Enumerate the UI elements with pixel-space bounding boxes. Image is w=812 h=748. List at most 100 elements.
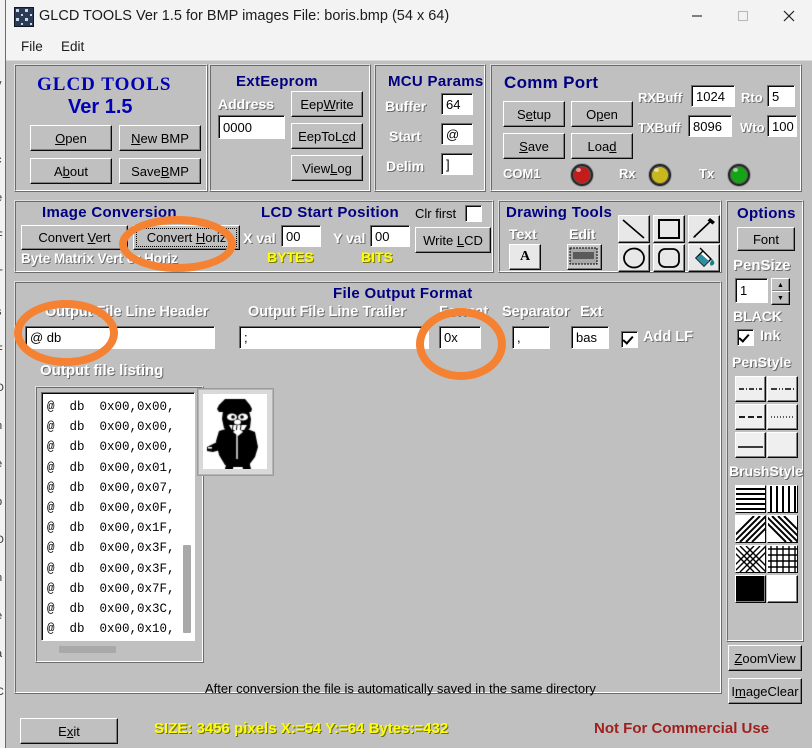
maximize-button[interactable] <box>720 0 766 32</box>
pensize-down-button[interactable]: ▼ <box>771 291 790 305</box>
brushstyle-horizontal-button[interactable] <box>735 485 766 513</box>
window-title: GLCD TOOLS Ver 1.5 for BMP images File: … <box>39 6 449 26</box>
image-clear-button[interactable]: ImageClear <box>728 678 802 704</box>
penstyle-none-button[interactable] <box>767 432 798 458</box>
delim-field[interactable]: ] <box>441 153 473 175</box>
edit-tool-button[interactable] <box>567 244 602 270</box>
listing-horizontal-scrollbar[interactable] <box>59 646 116 653</box>
eep-write-button[interactable]: EepWrite <box>291 91 363 117</box>
exit-button[interactable]: Exit <box>20 718 118 744</box>
comm-port-panel: Comm Port Setup Open Save Load RXBuff 10… <box>490 64 802 192</box>
zoom-view-button[interactable]: ZoomView <box>728 645 802 671</box>
y-val-field[interactable]: 00 <box>370 225 410 247</box>
comm-setup-button[interactable]: Setup <box>503 101 565 127</box>
output-listing-box[interactable]: @ db 0x00,0x00, @ db 0x00,0x00, @ db 0x0… <box>41 392 195 641</box>
pensize-up-button[interactable]: ▲ <box>771 278 790 292</box>
start-label: Start <box>389 128 421 144</box>
eeprom-address-label: Address <box>218 96 274 112</box>
delim-label: Delim <box>386 158 424 174</box>
brushstyle-vertical-button[interactable] <box>767 485 798 513</box>
eep-to-lcd-button[interactable]: EepToLcd <box>291 123 363 149</box>
rounded-rect-tool-button[interactable] <box>653 244 685 272</box>
ext-field[interactable]: bas <box>571 326 609 349</box>
output-trailer-field[interactable]: ; <box>239 326 429 349</box>
comm-load-button[interactable]: Load <box>571 133 633 159</box>
drawing-tools-title: Drawing Tools <box>506 204 612 221</box>
brushstyle-bdiagonal-button[interactable] <box>735 515 766 543</box>
comm-open-button[interactable]: Open <box>571 101 633 127</box>
text-tool-button[interactable]: A <box>509 244 541 270</box>
brushstyle-fdiagonal-button[interactable] <box>767 515 798 543</box>
background-text-fragment: D <box>0 382 4 394</box>
com-port-label: COM1 <box>503 166 541 181</box>
open-button[interactable]: Open <box>30 125 112 151</box>
mcu-params-panel: MCU Params Buffer 64 Start @ Delim ] <box>374 64 486 192</box>
txbuff-field[interactable]: 8096 <box>688 115 732 137</box>
listing-outer-frame: @ db 0x00,0x00, @ db 0x00,0x00, @ db 0x0… <box>35 386 204 663</box>
listing-vertical-scrollbar[interactable] <box>183 545 191 633</box>
add-lf-checkbox[interactable] <box>621 331 638 348</box>
penstyle-dot-button[interactable] <box>767 404 798 430</box>
buffer-field[interactable]: 64 <box>441 93 473 115</box>
rto-field[interactable]: 5 <box>767 85 795 107</box>
penstyle-dash-dot-dot-button[interactable] <box>767 376 798 402</box>
format-field[interactable]: 0x <box>439 326 481 349</box>
ink-label: Ink <box>760 327 780 343</box>
view-log-button[interactable]: ViewLog <box>291 155 363 181</box>
mcu-params-title: MCU Params <box>388 73 484 90</box>
background-text-fragment: a <box>0 648 2 660</box>
brushstyle-solid-white-button[interactable] <box>767 575 798 603</box>
brand-panel: GLCD TOOLS Ver 1.5 Open New BMP About Sa… <box>14 64 208 192</box>
pencil-tool-button[interactable] <box>688 215 720 243</box>
brushstyle-label: BrushStyle <box>729 463 803 479</box>
file-output-title: File Output Format <box>333 285 473 302</box>
ext-label: Ext <box>580 304 603 320</box>
convert-horiz-button[interactable]: Convert Horiz <box>133 225 240 250</box>
fill-bucket-tool-button[interactable] <box>688 244 720 272</box>
minimize-button[interactable] <box>674 0 720 32</box>
options-panel: Options Font PenSize 1 ▲ ▼ BLACK Ink Pen… <box>726 200 804 642</box>
brushstyle-diagcross-button[interactable] <box>767 545 798 573</box>
clr-first-checkbox[interactable] <box>465 205 482 222</box>
glcd-tools-window: GLCD TOOLS Ver 1.5 for BMP images File: … <box>6 0 812 748</box>
ink-checkbox[interactable] <box>737 329 754 346</box>
title-bar[interactable]: GLCD TOOLS Ver 1.5 for BMP images File: … <box>6 0 812 32</box>
comm-port-title: Comm Port <box>504 73 598 93</box>
output-header-field[interactable]: @ db <box>25 326 215 349</box>
save-bmp-button[interactable]: SaveBMP <box>119 158 201 184</box>
pensize-label: PenSize <box>733 257 791 274</box>
pensize-field[interactable]: 1 <box>735 278 768 303</box>
about-button[interactable]: About <box>30 158 112 184</box>
bitmap-preview-frame[interactable] <box>198 389 273 475</box>
ext-eeprom-panel: ExtEeprom Address 0000 EepWrite EepToLcd… <box>209 64 371 192</box>
write-lcd-button[interactable]: Write LCD <box>415 227 491 253</box>
convert-vert-button[interactable]: Convert Vert <box>21 225 128 250</box>
output-trailer-label: Output File Line Trailer <box>248 304 406 320</box>
background-text-fragment: F <box>0 344 3 356</box>
separator-field[interactable]: , <box>512 326 550 349</box>
eeprom-address-field[interactable]: 0000 <box>218 115 285 139</box>
close-button[interactable] <box>766 0 812 32</box>
x-val-field[interactable]: 00 <box>281 225 321 247</box>
menu-edit[interactable]: Edit <box>54 37 91 56</box>
brushstyle-cross-button[interactable] <box>735 545 766 573</box>
bitmap-preview-canvas[interactable] <box>203 394 267 469</box>
start-field[interactable]: @ <box>441 123 473 145</box>
brushstyle-solid-black-button[interactable] <box>735 575 766 603</box>
rectangle-tool-button[interactable] <box>653 215 685 243</box>
penstyle-dash-dot-button[interactable] <box>735 376 766 402</box>
brand-line1: GLCD TOOLS <box>37 74 171 96</box>
rxbuff-field[interactable]: 1024 <box>691 85 735 107</box>
menu-file[interactable]: File <box>14 37 50 56</box>
penstyle-solid-button[interactable] <box>735 432 766 458</box>
line-tool-button[interactable] <box>618 215 650 243</box>
comm-save-button[interactable]: Save <box>503 133 565 159</box>
font-button[interactable]: Font <box>737 227 795 251</box>
ellipse-tool-button[interactable] <box>618 244 650 272</box>
background-text-fragment: c <box>0 154 2 166</box>
new-bmp-button[interactable]: New BMP <box>119 125 201 151</box>
wto-field[interactable]: 100 <box>767 115 797 137</box>
bits-label: BITS <box>361 249 393 265</box>
penstyle-dash-button[interactable] <box>735 404 766 430</box>
rto-label: Rto <box>741 90 763 105</box>
